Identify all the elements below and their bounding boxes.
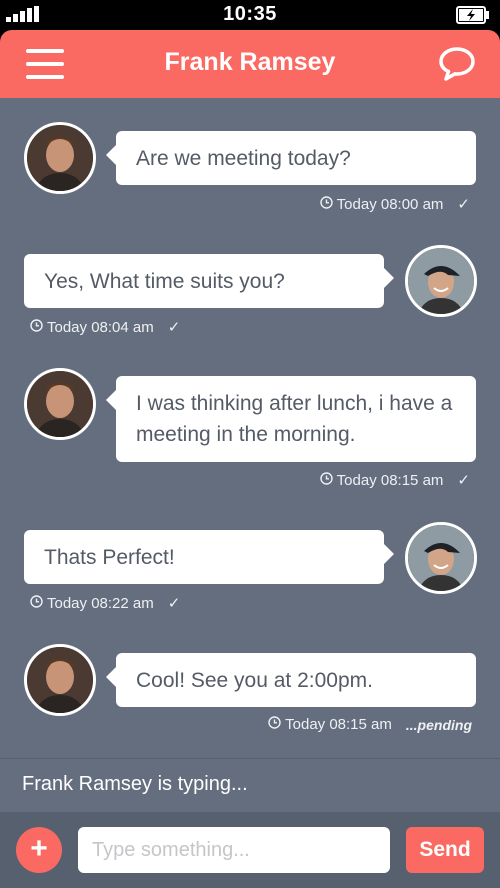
message-meta: Today 08:15 am ...pending: [268, 716, 472, 733]
message-input[interactable]: [78, 827, 390, 873]
message-timestamp: Today 08:22 am: [47, 594, 154, 612]
message-timestamp: Today 08:04 am: [47, 318, 154, 336]
message-bubble: Yes, What time suits you?: [24, 254, 394, 308]
read-check-icon: ✓: [167, 319, 181, 336]
message-bubble: I was thinking after lunch, i have a mee…: [106, 376, 476, 462]
message-bubble: Thats Perfect!: [24, 530, 394, 584]
status-bar: 10:35: [0, 0, 500, 30]
send-button[interactable]: Send: [406, 827, 484, 873]
add-attachment-button[interactable]: +: [16, 827, 62, 873]
battery-charging-icon: [456, 6, 490, 29]
read-check-icon: ✓: [457, 472, 470, 489]
clock-icon: [30, 594, 43, 612]
message-bubble: Cool! See you at 2:00pm.: [106, 653, 476, 707]
message-meta: Today 08:00 am ✓: [319, 195, 470, 213]
avatar[interactable]: [405, 245, 477, 317]
message-bubble: Are we meeting today?: [106, 131, 476, 185]
avatar[interactable]: [405, 522, 477, 594]
chat-screen: Frank Ramsey Are we meeting today? Today…: [0, 30, 500, 888]
clock-icon: [30, 318, 43, 336]
page-title: Frank Ramsey: [164, 48, 336, 76]
message-timestamp: Today 08:15 am: [336, 471, 444, 489]
message-timestamp: Today 08:00 am: [336, 195, 444, 213]
typing-indicator: Frank Ramsey is typing...: [22, 773, 248, 795]
avatar[interactable]: [24, 368, 96, 440]
avatar[interactable]: [24, 122, 96, 194]
message-meta: Today 08:04 am ✓: [30, 318, 180, 336]
read-check-icon: ✓: [457, 196, 470, 213]
message-meta: Today 08:15 am ✓: [319, 471, 470, 489]
pending-status: ...pending: [405, 716, 472, 733]
message-timestamp: Today 08:15 am: [285, 716, 392, 733]
message-meta: Today 08:22 am ✓: [30, 594, 180, 612]
composer-bar: + Send: [0, 812, 500, 888]
app-header: Frank Ramsey: [0, 30, 500, 98]
clock-icon: [319, 471, 333, 489]
status-time: 10:35: [223, 3, 277, 25]
avatar[interactable]: [24, 644, 96, 716]
clock-icon: [268, 716, 281, 733]
clock-icon: [319, 195, 333, 213]
read-check-icon: ✓: [167, 595, 181, 612]
chat-bubble-icon[interactable]: [438, 46, 476, 82]
typing-indicator-bar: Frank Ramsey is typing...: [0, 758, 500, 812]
